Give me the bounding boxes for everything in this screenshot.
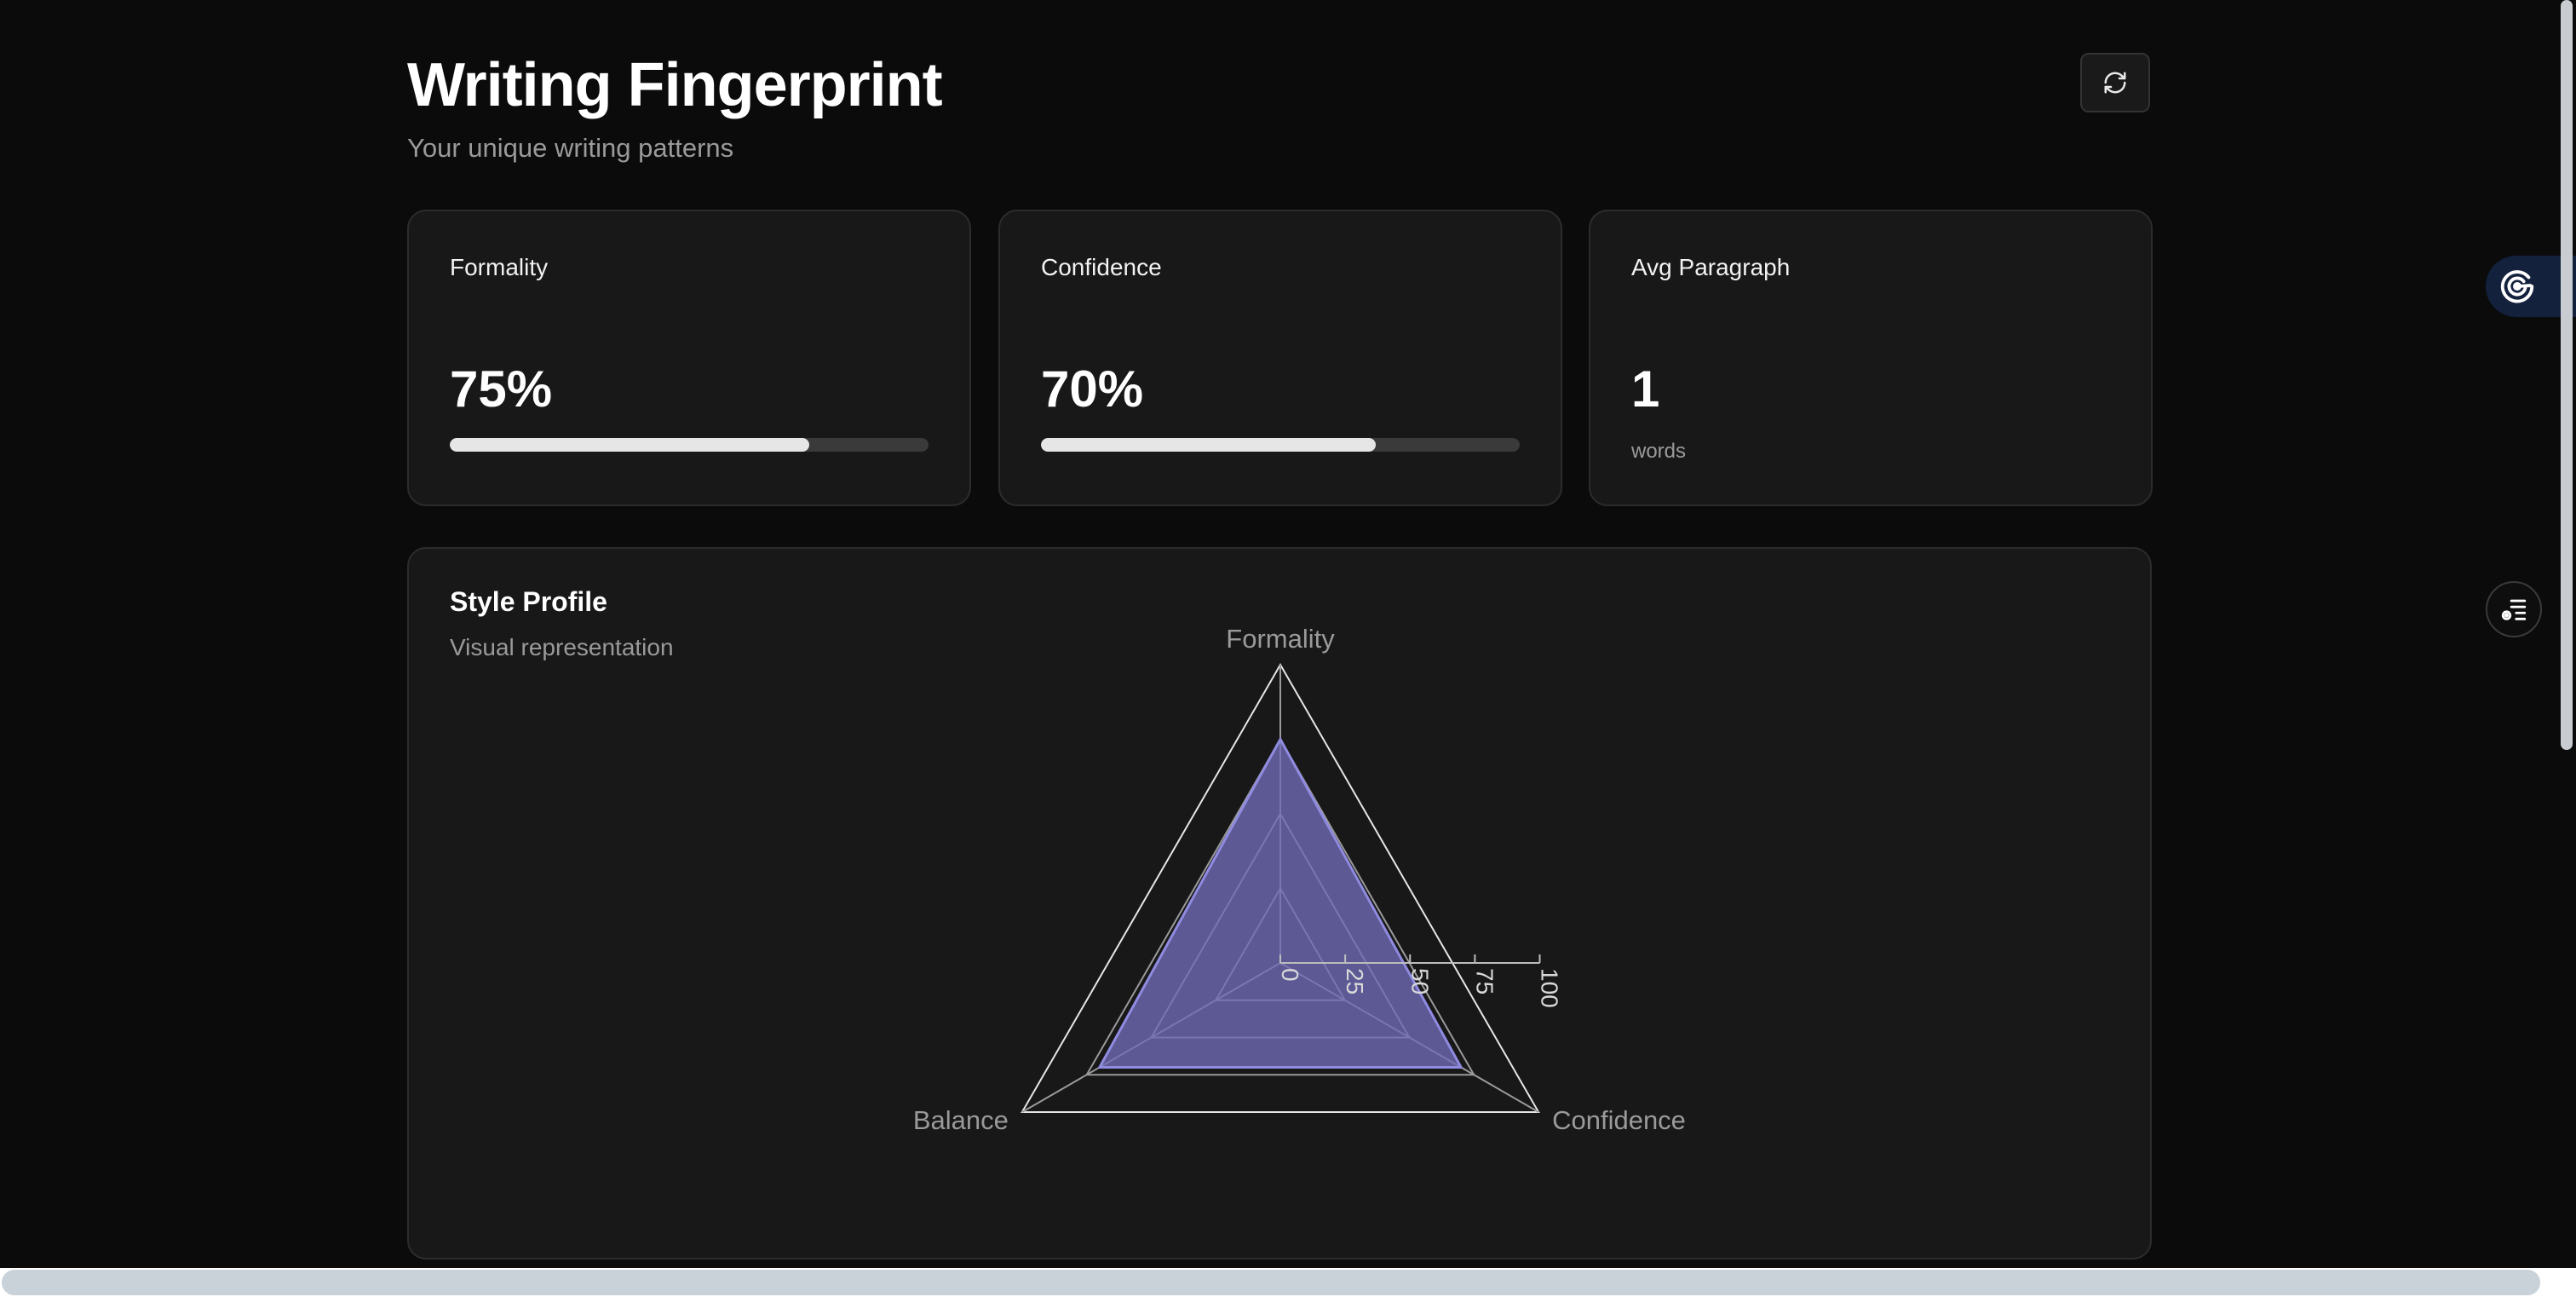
radar-tick-label: 25 — [1342, 968, 1368, 994]
page-subtitle: Your unique writing patterns — [407, 133, 734, 163]
refresh-button[interactable] — [2080, 53, 2150, 112]
stat-label: Confidence — [1041, 254, 1162, 280]
page: Writing Fingerprint Your unique writing … — [0, 0, 2576, 1297]
radar-axis-label: Formality — [1226, 624, 1335, 654]
progress-fill — [1041, 438, 1377, 452]
radar-series-area — [1097, 736, 1463, 1069]
progress-bar — [1041, 438, 1520, 452]
radar-tick-label: 50 — [1406, 968, 1433, 994]
radar-tick-label: 100 — [1537, 968, 1563, 1008]
list-settings-icon — [2501, 599, 2527, 620]
radar-tick-label: 75 — [1471, 968, 1498, 994]
refresh-icon — [2104, 72, 2126, 94]
radar-axis-label: Balance — [913, 1105, 1009, 1135]
radar-axis-label: Confidence — [1552, 1105, 1686, 1135]
page-title: Writing Fingerprint — [407, 51, 943, 119]
stat-card-formality: Formality 75% — [407, 210, 971, 506]
stat-label: Avg Paragraph — [1631, 254, 1791, 280]
target-icon — [2500, 270, 2534, 303]
stat-value: 1 — [1631, 360, 1660, 418]
stat-value: 70% — [1041, 360, 1144, 418]
side-panel-button[interactable] — [2486, 581, 2542, 637]
stat-card-avg-paragraph: Avg Paragraph 1 words — [1589, 210, 2153, 506]
stat-label: Formality — [450, 254, 549, 280]
stat-value: 75% — [450, 360, 553, 418]
radar-chart: Formality Confidence Balance 0 25 50 75 100 — [913, 624, 1686, 1135]
progress-bar — [450, 438, 929, 452]
stat-unit: words — [1631, 440, 1687, 463]
radar-tick-label: 0 — [1277, 968, 1303, 982]
vertical-scrollbar[interactable] — [2561, 0, 2573, 750]
style-profile-card: Style Profile Visual representation Form… — [407, 547, 2152, 1260]
horizontal-scrollbar[interactable] — [2, 1270, 2540, 1295]
progress-fill — [450, 438, 809, 452]
stat-card-confidence: Confidence 70% — [998, 210, 1562, 506]
